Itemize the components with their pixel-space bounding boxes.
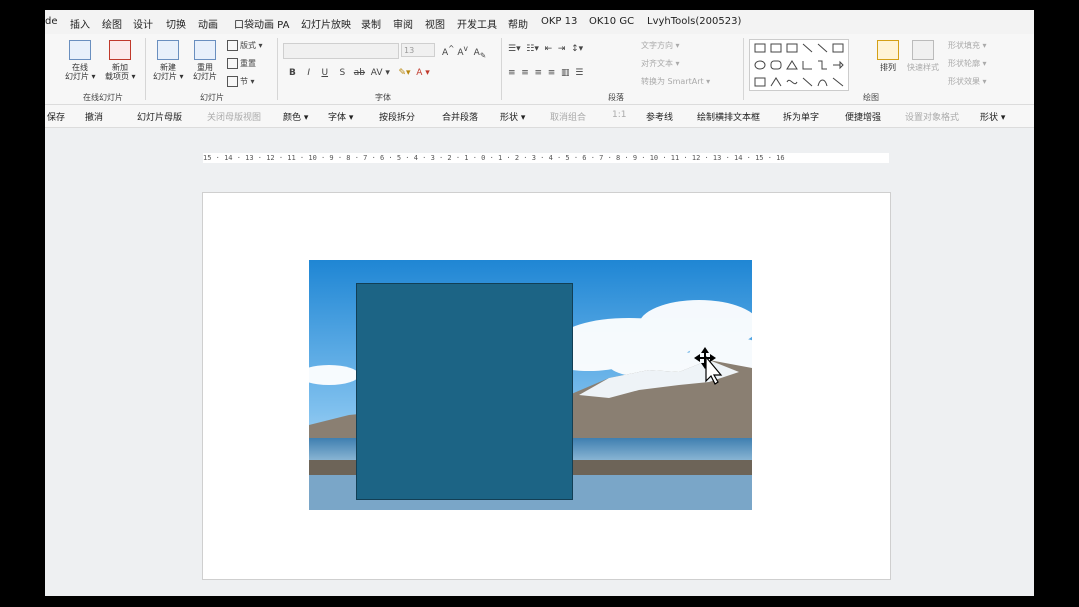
- colors-button[interactable]: 颜色 ▾: [283, 110, 308, 123]
- menu-item[interactable]: OKP 13: [541, 16, 577, 27]
- reset-icon: [227, 58, 238, 69]
- slide-master-button[interactable]: 幻灯片母版: [137, 110, 182, 123]
- divider: [277, 38, 278, 100]
- guides-checkbox[interactable]: 参考线: [646, 110, 673, 123]
- custom-toolbar: 保存 撤消 幻灯片母版 关闭母版视图 颜色 ▾ 字体 ▾ 按段拆分 合并段落 形…: [45, 105, 1034, 128]
- font-name-select[interactable]: [283, 43, 399, 59]
- menu-item[interactable]: 插入: [70, 16, 90, 31]
- horizontal-ruler: 15 · 14 · 13 · 12 · 11 · 10 · 9 · 8 · 7 …: [203, 153, 889, 163]
- layout-button[interactable]: 版式 ▾: [227, 40, 263, 51]
- text-direction-button[interactable]: 文字方向 ▾: [641, 40, 680, 51]
- reuse-slide-icon: [194, 40, 216, 60]
- addin-icon: [109, 40, 131, 60]
- menu-item[interactable]: 视图: [425, 16, 445, 31]
- menu-item[interactable]: 绘图: [102, 16, 122, 31]
- layout-icon: [227, 40, 238, 51]
- align-text-button[interactable]: 对齐文本 ▾: [641, 58, 680, 69]
- format-object-button[interactable]: 设置对象格式: [905, 110, 959, 123]
- draw-textbox-button[interactable]: 绘制横排文本框: [697, 110, 760, 123]
- shape-menu-button[interactable]: 形状 ▾: [500, 110, 525, 123]
- menu-item[interactable]: 幻灯片放映: [301, 16, 351, 31]
- group-label: 字体: [375, 93, 391, 102]
- menu-item[interactable]: 口袋动画 PA: [234, 16, 289, 31]
- divider: [743, 38, 744, 100]
- shape-gallery-icon: [754, 43, 844, 87]
- smartart-button[interactable]: 转换为 SmartArt ▾: [641, 76, 710, 87]
- font-size-select[interactable]: 13: [401, 43, 435, 57]
- slide-icon: [69, 40, 91, 60]
- shape-gallery[interactable]: [749, 39, 849, 91]
- shape-fill-button[interactable]: 形状填充 ▾: [948, 40, 987, 51]
- menu-item[interactable]: 开发工具: [457, 16, 497, 31]
- ungroup-button[interactable]: 取消组合: [550, 110, 586, 123]
- section-button[interactable]: 节 ▾: [227, 76, 255, 87]
- save-button[interactable]: 保存: [47, 110, 65, 123]
- menu-item[interactable]: 帮助: [508, 16, 528, 31]
- quick-style-icon: [912, 40, 934, 60]
- menu-item[interactable]: 动画: [198, 16, 218, 31]
- shape-outline-button[interactable]: 形状轮廓 ▾: [948, 58, 987, 69]
- list-buttons[interactable]: ☰▾ ☷▾ ⇤ ⇥ ↕▾: [508, 44, 583, 54]
- menu-item[interactable]: OK10 GC: [589, 16, 634, 27]
- divider: [145, 38, 146, 100]
- ribbon: 在线 幻灯片 ▾ 新加 载项页 ▾ 在线幻灯片 新建 幻灯片 ▾ 重用 幻灯片 …: [45, 34, 1034, 105]
- split-chars-button[interactable]: 拆为单字: [783, 110, 819, 123]
- shape-effect-button[interactable]: 形状效果 ▾: [948, 76, 987, 87]
- group-label: 绘图: [863, 93, 879, 102]
- online-slides-button[interactable]: 在线 幻灯片 ▾: [65, 40, 96, 81]
- new-slide-button[interactable]: 新建 幻灯片 ▾: [153, 40, 184, 81]
- undo-button[interactable]: 撤消: [85, 110, 103, 123]
- reset-button[interactable]: 重置: [227, 58, 256, 69]
- menu-item[interactable]: LvyhTools(200523): [647, 16, 741, 27]
- arrange-icon: [877, 40, 899, 60]
- split-paragraph-button[interactable]: 按段拆分: [379, 110, 415, 123]
- font-format-buttons[interactable]: B I U S ab AV ▾ ✎▾ A ▾: [289, 68, 430, 78]
- menu-item[interactable]: 切换: [166, 16, 186, 31]
- divider: [501, 38, 502, 100]
- menu-item[interactable]: 审阅: [393, 16, 413, 31]
- menu-item[interactable]: 录制: [361, 16, 381, 31]
- group-label: 在线幻灯片: [83, 93, 123, 102]
- font-size-controls[interactable]: A^ Av A✎: [442, 44, 486, 60]
- enhance-button[interactable]: 便捷增强: [845, 110, 881, 123]
- move-cursor-icon: [694, 347, 723, 385]
- ratio-button[interactable]: 1:1: [612, 110, 626, 120]
- section-icon: [227, 76, 238, 87]
- fonts-button[interactable]: 字体 ▾: [328, 110, 353, 123]
- group-label: 幻灯片: [200, 93, 224, 102]
- menu-item[interactable]: de: [45, 16, 58, 27]
- shape-menu-button-2[interactable]: 形状 ▾: [980, 110, 1005, 123]
- group-label: 段落: [608, 93, 624, 102]
- arrange-button[interactable]: 排列: [873, 40, 903, 72]
- add-in-button[interactable]: 新加 载项页 ▾: [105, 40, 136, 81]
- new-slide-icon: [157, 40, 179, 60]
- merge-paragraph-button[interactable]: 合并段落: [442, 110, 478, 123]
- close-master-button[interactable]: 关闭母版视图: [207, 110, 261, 123]
- powerpoint-window: de 插入 绘图 设计 切换 动画 口袋动画 PA 幻灯片放映 录制 审阅 视图…: [45, 10, 1034, 596]
- align-buttons[interactable]: ≡ ≡ ≡ ≡ ▥ ☰: [508, 68, 583, 78]
- reuse-slide-button[interactable]: 重用 幻灯片: [190, 40, 220, 81]
- menu-item[interactable]: 设计: [133, 16, 153, 31]
- quick-style-button[interactable]: 快速样式: [905, 40, 941, 72]
- menu-bar: de 插入 绘图 设计 切换 动画 口袋动画 PA 幻灯片放映 录制 审阅 视图…: [45, 10, 1034, 34]
- blue-rectangle-shape[interactable]: [356, 283, 573, 500]
